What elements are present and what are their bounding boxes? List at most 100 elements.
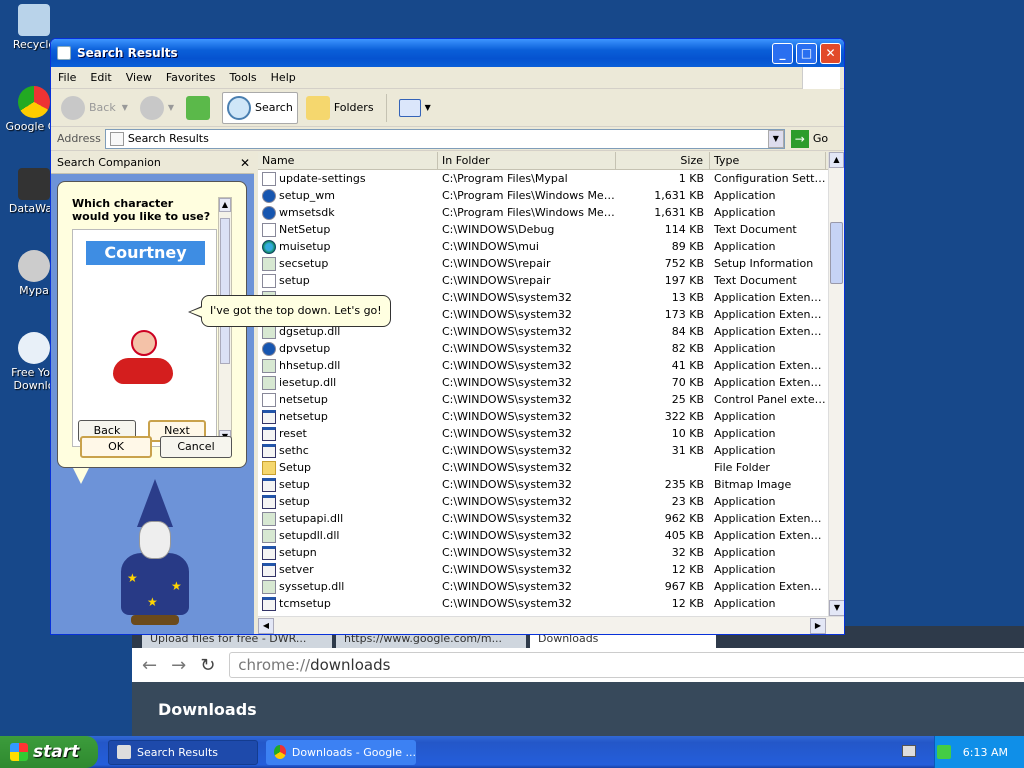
network-icon[interactable] [936,745,951,759]
wizard-character-image[interactable]: ★ ★ ★ [117,479,193,629]
scroll-thumb[interactable] [220,218,230,364]
type-cell: Application [714,189,776,202]
chrome-address-bar[interactable]: chrome://downloads [229,652,1024,678]
type-cell: Application Extension [714,308,826,321]
horizontal-scrollbar[interactable]: ◀ ▶ [258,616,844,634]
list-item[interactable]: secsetup C:\WINDOWS\repair 752 KB Setup Inf… [258,255,828,272]
list-item[interactable]: setupdll.dll C:\WINDOWS\system32 405 KB App… [258,527,828,544]
list-item[interactable]: setup_wm C:\Program Files\Windows Medi...… [258,187,828,204]
taskbar-item-search-results[interactable]: Search Results [108,739,258,765]
keyboard-icon[interactable] [902,745,916,757]
list-item[interactable]: wmsetsdk C:\Program Files\Windows Medi...… [258,204,828,221]
folders-button[interactable]: Folders [302,92,378,124]
type-cell: Application Extension [714,359,826,372]
list-item[interactable]: setup C:\WINDOWS\repair 197 KB Text Documen… [258,272,828,289]
views-button[interactable]: ▼ [395,92,435,124]
list-item[interactable]: setupn C:\WINDOWS\system32 32 KB Applicatio… [258,544,828,561]
menu-file[interactable]: File [51,71,83,84]
cancel-button[interactable]: Cancel [160,436,232,458]
list-item[interactable]: setupapi.dll C:\WINDOWS\system32 962 KB App… [258,510,828,527]
forward-arrow-icon[interactable]: → [171,655,186,676]
address-field[interactable]: Search Results ▼ [104,128,785,149]
type-cell: Application Extension [714,529,826,542]
back-button[interactable]: Back ▼ [57,92,132,124]
recycle-bin-icon [18,4,50,36]
folder-cell: C:\Program Files\Windows Medi... [442,206,616,219]
go-button[interactable]: → Go [790,129,828,148]
folder-cell: C:\Program Files\Mypal [442,172,568,185]
scroll-thumb[interactable] [830,222,843,284]
search-button[interactable]: Search [222,91,298,124]
menu-help[interactable]: Help [264,71,303,84]
list-item[interactable]: iesetup.dll C:\WINDOWS\system32 70 KB Appli… [258,374,828,391]
type-cell: Bitmap Image [714,478,792,491]
file-dll-icon [262,256,276,271]
chrome-window[interactable]: Upload files for free - DWR... https://w… [132,626,1024,738]
list-item[interactable]: sethc C:\WINDOWS\system32 31 KB Application [258,442,828,459]
up-button[interactable] [182,92,218,124]
list-item[interactable]: tcmsetup C:\WINDOWS\system32 12 KB Applicat… [258,595,828,612]
column-in-folder[interactable]: In Folder [438,152,616,169]
folder-cell: C:\WINDOWS\system32 [442,461,572,474]
list-item[interactable]: reset C:\WINDOWS\system32 10 KB Application [258,425,828,442]
type-cell: Application Extension [714,291,826,304]
clock[interactable]: 6:13 AM [963,746,1008,759]
scroll-left-icon[interactable]: ◀ [258,618,274,634]
file-app-icon [262,545,276,560]
column-name[interactable]: Name [258,152,438,169]
list-item[interactable]: hhsetup.dll C:\WINDOWS\system32 41 KB Appli… [258,357,828,374]
folder-cell: C:\WINDOWS\system32 [442,427,572,440]
taskbar: start Search Results Downloads - Google … [0,736,1024,768]
close-icon[interactable]: ✕ [240,156,254,170]
column-size[interactable]: Size [616,152,710,169]
size-cell: 25 KB [671,393,704,406]
folder-cell: C:\WINDOWS\mui [442,240,539,253]
up-folder-icon [186,95,211,120]
file-name-cell: tcmsetup [258,596,438,611]
ok-button[interactable]: OK [80,436,152,458]
scroll-down-icon[interactable]: ▼ [829,600,844,616]
list-item[interactable]: setup C:\WINDOWS\system32 235 KB Bitmap Ima… [258,476,828,493]
window-titlebar[interactable]: Search Results _ □ ✕ [51,39,844,67]
taskbar-item-chrome-downloads[interactable]: Downloads - Google ... [266,739,416,765]
scroll-right-icon[interactable]: ▶ [810,618,826,634]
search-window-icon [117,745,131,759]
folder-cell: C:\WINDOWS\system32 [442,325,572,338]
menu-tools[interactable]: Tools [223,71,264,84]
list-item[interactable]: syssetup.dll C:\WINDOWS\system32 967 KB App… [258,578,828,595]
start-button[interactable]: start [0,736,98,768]
back-arrow-icon[interactable]: ← [142,655,157,676]
size-cell: 12 KB [671,563,704,576]
forward-button[interactable]: ▼ [136,92,178,124]
size-cell: 1,631 KB [654,189,704,202]
reload-icon[interactable]: ↻ [200,655,215,676]
minimize-button[interactable]: _ [772,42,793,64]
search-companion-header: Search Companion ✕ [51,152,254,174]
search-results-window[interactable]: Search Results _ □ ✕ File Edit View Favo… [50,38,845,635]
scroll-up-icon[interactable]: ▲ [219,198,231,212]
balloon-tail [73,468,89,484]
maximize-button[interactable]: □ [796,42,817,64]
type-cell: Application [714,410,776,423]
list-item[interactable]: setver C:\WINDOWS\system32 12 KB Applicatio… [258,561,828,578]
list-item[interactable]: update-settings C:\Program Files\Mypal 1 K… [258,170,828,187]
folder-cell: C:\WINDOWS\system32 [442,597,572,610]
list-item[interactable]: Setup C:\WINDOWS\system32 File Folder [258,459,828,476]
address-dropdown-icon[interactable]: ▼ [767,129,784,148]
menu-favorites[interactable]: Favorites [159,71,223,84]
size-cell: 84 KB [671,325,704,338]
list-item[interactable]: netsetup C:\WINDOWS\system32 25 KB Control … [258,391,828,408]
chevron-down-icon: ▼ [121,103,128,112]
list-item[interactable]: NetSetup C:\WINDOWS\Debug 114 KB Text Docum… [258,221,828,238]
list-item[interactable]: setup C:\WINDOWS\system32 23 KB Application [258,493,828,510]
scroll-up-icon[interactable]: ▲ [829,152,844,168]
list-item[interactable]: muisetup C:\WINDOWS\mui 89 KB Application [258,238,828,255]
list-item[interactable]: dpvsetup C:\WINDOWS\system32 82 KB Applicat… [258,340,828,357]
menu-edit[interactable]: Edit [83,71,118,84]
menu-view[interactable]: View [119,71,159,84]
column-type[interactable]: Type [710,152,826,169]
folder-cell: C:\WINDOWS\system32 [442,529,572,542]
list-item[interactable]: netsetup C:\WINDOWS\system32 322 KB Applica… [258,408,828,425]
vertical-scrollbar[interactable]: ▲ ▼ [828,152,844,616]
close-button[interactable]: ✕ [820,42,841,64]
